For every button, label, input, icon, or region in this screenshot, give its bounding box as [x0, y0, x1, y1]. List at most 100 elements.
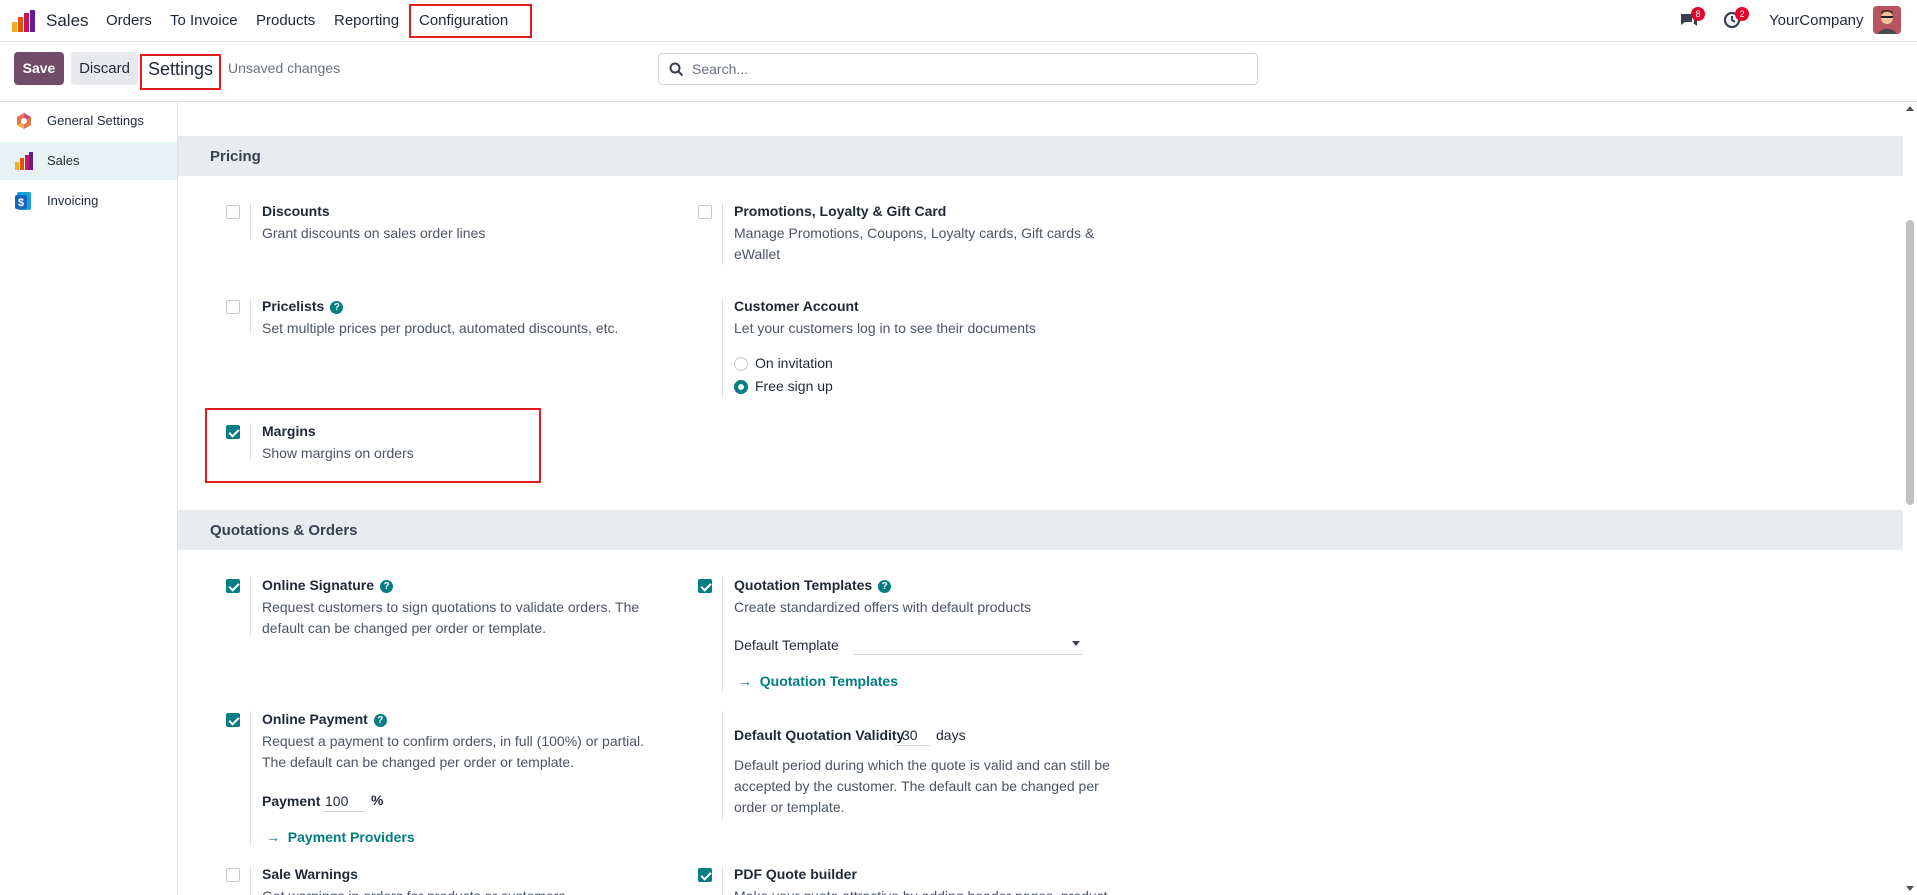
setting-title: Discounts: [262, 203, 330, 219]
setting-title: Default Quotation Validity: [734, 727, 905, 743]
validity-unit: days: [936, 727, 966, 743]
setting-description: Request a payment to confirm orders, in …: [262, 733, 645, 770]
online-signature-checkbox[interactable]: [226, 579, 240, 593]
setting-description: Default period during which the quote is…: [734, 757, 1110, 815]
link-text: Payment Providers: [287, 829, 415, 845]
setting-title-text: Online Signature: [262, 577, 375, 593]
margins-highlight: [205, 408, 541, 483]
online-payment-checkbox[interactable]: [226, 713, 240, 727]
app-name[interactable]: Sales: [46, 11, 89, 31]
default-template-select[interactable]: [853, 635, 1083, 655]
setting-description: Create standardized offers with default …: [734, 599, 1032, 615]
setting-description: Manage Promotions, Coupons, Loyalty card…: [734, 225, 1095, 262]
setting-title: Online Payment?: [262, 711, 387, 727]
help-icon[interactable]: ?: [878, 580, 892, 593]
free-signup-radio[interactable]: [734, 380, 748, 394]
pricelists-checkbox[interactable]: [226, 300, 240, 314]
save-button[interactable]: Save: [14, 52, 64, 85]
promotions-checkbox[interactable]: [698, 205, 712, 219]
menu-products[interactable]: Products: [256, 12, 315, 29]
divider: [250, 711, 251, 846]
svg-text:$: $: [18, 197, 24, 209]
messages-badge: 8: [1691, 7, 1705, 21]
scroll-up-arrow-icon[interactable]: [1906, 106, 1914, 111]
setting-quotation-validity: Default Quotation Validity 30 days Defau…: [698, 711, 1168, 822]
sidebar-item-sales[interactable]: Sales: [0, 142, 177, 180]
menu-reporting[interactable]: Reporting: [334, 12, 399, 29]
payment-unit: %: [371, 792, 384, 808]
setting-quotation-templates: Quotation Templates? Create standardized…: [698, 577, 1168, 692]
payment-label: Payment: [262, 793, 321, 809]
sidebar-item-invoicing[interactable]: $ Invoicing: [0, 182, 177, 220]
setting-description: Set multiple prices per product, automat…: [262, 320, 619, 336]
activities-button[interactable]: 2: [1723, 7, 1749, 32]
sales-app-icon[interactable]: [12, 10, 36, 32]
quotation-templates-link[interactable]: → Quotation Templates: [738, 673, 898, 689]
sales-app-icon: [15, 152, 33, 170]
discounts-checkbox[interactable]: [226, 205, 240, 219]
setting-title: Sale Warnings: [262, 866, 358, 882]
section-header-quotations: Quotations & Orders: [178, 510, 1903, 550]
section-header-pricing: Pricing: [178, 136, 1903, 176]
settings-content: Pricing Discounts Grant discounts on sal…: [178, 102, 1903, 895]
pdf-quote-builder-checkbox[interactable]: [698, 868, 712, 882]
divider: [250, 298, 251, 334]
configuration-highlight: [409, 4, 532, 38]
menu-orders[interactable]: Orders: [106, 12, 152, 29]
setting-description: Let your customers log in to see their d…: [734, 320, 1036, 336]
link-text: Quotation Templates: [759, 673, 898, 689]
setting-description: Grant discounts on sales order lines: [262, 225, 486, 241]
payment-percent-input[interactable]: 100: [323, 792, 365, 812]
control-panel: Save Discard Settings Unsaved changes: [0, 42, 1917, 102]
sidebar-item-label: General Settings: [47, 113, 144, 128]
divider: [722, 711, 723, 819]
sidebar-item-general-settings[interactable]: General Settings: [0, 102, 177, 140]
validity-days-input[interactable]: 30: [895, 726, 930, 746]
setting-description: Request customers to sign quotations to …: [262, 599, 640, 636]
divider: [722, 866, 723, 895]
discard-button[interactable]: Discard: [71, 52, 138, 85]
on-invitation-radio[interactable]: [734, 357, 748, 371]
divider: [722, 298, 723, 398]
setting-title-text: Pricelists: [262, 298, 325, 314]
search-input[interactable]: [692, 60, 1232, 78]
search-bar[interactable]: [658, 53, 1258, 85]
sidebar-item-label: Sales: [47, 153, 80, 168]
sale-warnings-checkbox[interactable]: [226, 868, 240, 882]
help-icon[interactable]: ?: [380, 580, 394, 593]
default-template-label: Default Template: [734, 637, 839, 653]
setting-title-text: Online Payment: [262, 711, 368, 727]
user-avatar-icon: [1873, 6, 1901, 34]
settings-highlight: [140, 54, 221, 90]
company-switcher[interactable]: YourCompany: [1769, 12, 1864, 29]
activities-badge: 2: [1735, 7, 1749, 21]
top-navbar: Sales Orders To Invoice Products Reporti…: [0, 0, 1917, 42]
sidebar-item-label: Invoicing: [47, 193, 99, 208]
scrollbar-thumb[interactable]: [1906, 220, 1914, 505]
settings-sidebar: General Settings Sales $ Invoicing: [0, 102, 178, 895]
section-title: Quotations & Orders: [210, 522, 358, 539]
messages-button[interactable]: 8: [1679, 7, 1705, 32]
payment-providers-link[interactable]: → Payment Providers: [266, 829, 415, 845]
setting-customer-account: Customer Account Let your customers log …: [698, 298, 1168, 398]
setting-title: PDF Quote builder: [734, 866, 857, 882]
setting-description: Get warnings in orders for products or c…: [262, 886, 662, 895]
caret-down-icon: [1072, 641, 1080, 646]
setting-title: Online Signature?: [262, 577, 394, 593]
setting-title: Customer Account: [734, 298, 859, 314]
invoicing-app-icon: $: [15, 192, 31, 210]
menu-to-invoice[interactable]: To Invoice: [170, 12, 238, 29]
setting-title: Promotions, Loyalty & Gift Card: [734, 203, 947, 219]
help-icon[interactable]: ?: [373, 714, 387, 727]
scroll-down-arrow-icon[interactable]: [1906, 886, 1914, 891]
search-icon: [669, 62, 684, 77]
divider: [250, 203, 251, 239]
help-icon[interactable]: ?: [330, 301, 344, 314]
quotation-templates-checkbox[interactable]: [698, 579, 712, 593]
divider: [722, 203, 723, 265]
divider: [722, 577, 723, 692]
setting-online-payment: Online Payment? Request a payment to con…: [226, 711, 696, 846]
user-avatar[interactable]: [1873, 6, 1901, 34]
validity-value: 30: [902, 727, 918, 743]
setting-title-text: Quotation Templates: [734, 577, 873, 593]
